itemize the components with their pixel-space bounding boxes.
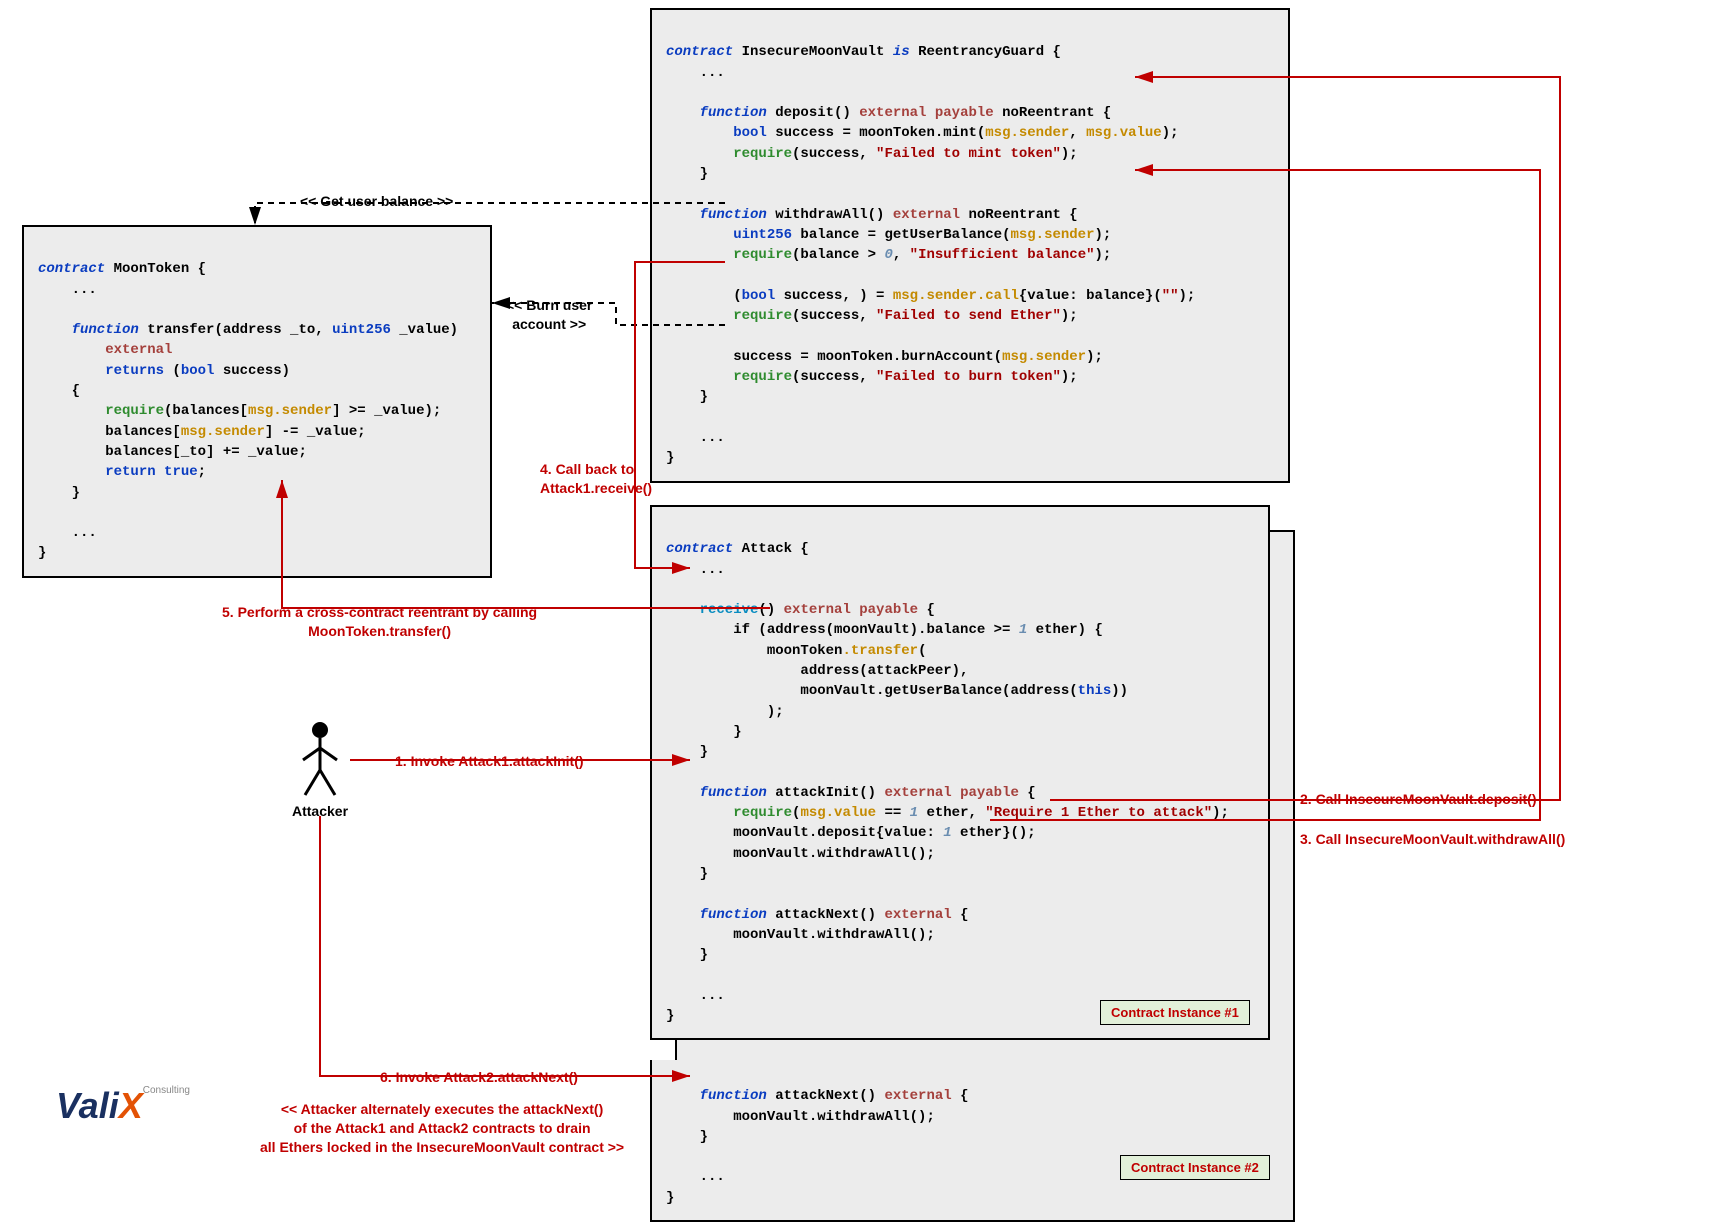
step6-label: 6. Invoke Attack2.attackNext() [380,1068,578,1087]
step1-label: 1. Invoke Attack1.attackInit() [395,752,584,771]
drain-note: << Attacker alternately executes the att… [260,1100,624,1157]
step3-label: 3. Call InsecureMoonVault.withdrawAll() [1300,830,1565,849]
get-balance-label: << Get user balance >> [300,192,453,211]
burn-account-label: << Burn user account >> [506,296,592,334]
attacker-label: Attacker [290,803,350,819]
attack1-panel: contract Attack { ... receive() external… [650,505,1270,1040]
moontoken-panel: contract MoonToken { ... function transf… [22,225,492,578]
attacker-figure: Attacker [290,720,350,819]
attack2-panel-slice: function attackNext() external { moonVau… [650,1060,1295,1222]
contract-instance-2-badge: Contract Instance #2 [1120,1155,1270,1180]
vault-panel: contract InsecureMoonVault is Reentrancy… [650,8,1290,483]
step2-label: 2. Call InsecureMoonVault.deposit() [1300,790,1536,809]
step5-label: 5. Perform a cross-contract reentrant by… [222,603,537,641]
contract-instance-1-badge: Contract Instance #1 [1100,1000,1250,1025]
step4-label: 4. Call back to Attack1.receive() [540,460,652,498]
valix-logo: ValiXConsulting [56,1085,190,1127]
stick-figure-icon [295,720,345,800]
